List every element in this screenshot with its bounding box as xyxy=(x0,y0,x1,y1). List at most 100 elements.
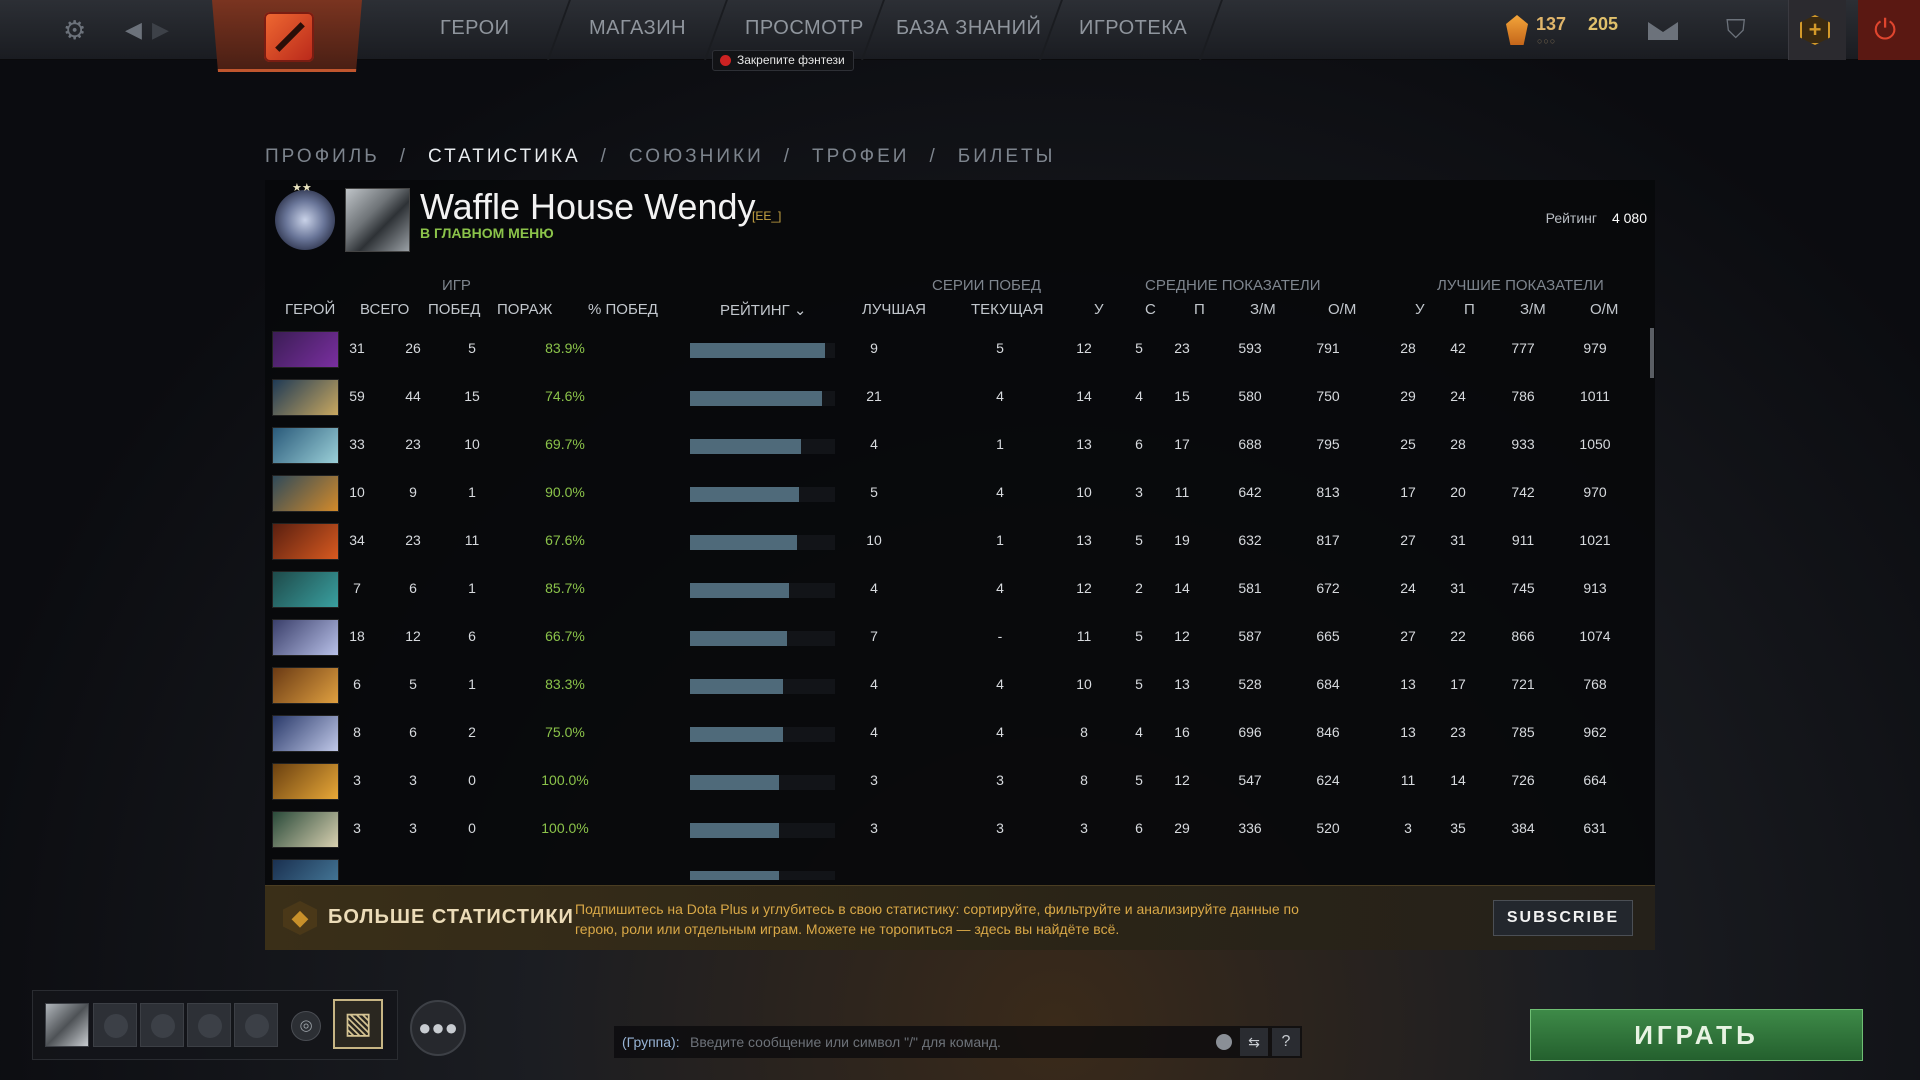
col-best-xpm[interactable]: З/М xyxy=(1520,301,1546,318)
subnav-profile[interactable]: ПРОФИЛЬ xyxy=(265,146,380,168)
power-icon[interactable]: ⏻ xyxy=(1874,14,1896,47)
col-rating[interactable]: РЕЙТИНГ ⌄ xyxy=(720,301,806,319)
subnav-tickets[interactable]: БИЛЕТЫ xyxy=(958,146,1056,168)
col-best-streak[interactable]: ЛУЧШАЯ xyxy=(862,301,926,318)
col-avg-xpm[interactable]: З/М xyxy=(1250,301,1276,318)
chat-channel[interactable]: (Группа): xyxy=(622,1034,680,1050)
play-button[interactable]: ИГРАТЬ xyxy=(1530,1009,1863,1061)
gear-icon[interactable]: ⚙ xyxy=(63,15,86,45)
party-slot-empty[interactable] xyxy=(140,1003,184,1047)
cell-cur-streak: 4 xyxy=(996,580,1004,596)
dota-logo-tab[interactable] xyxy=(212,0,362,72)
cell-best-gpm: 913 xyxy=(1583,580,1607,596)
forward-arrow-icon[interactable]: ▶ xyxy=(152,15,169,45)
table-row[interactable]: 59 44 15 74.6% 21 4 14 4 15 580 750 29 24 786 1011 xyxy=(265,373,1655,421)
mail-icon[interactable] xyxy=(1648,20,1678,40)
nav-store[interactable]: МАГАЗИН xyxy=(589,17,686,40)
table-row[interactable]: 18 12 6 66.7% 7-11 5 12 587 665 27 22 866 1074 xyxy=(265,613,1655,661)
col-best-kills[interactable]: У xyxy=(1415,301,1425,318)
armory-icon[interactable]: ⛉ xyxy=(1726,14,1756,44)
cell-best-streak: 4 xyxy=(870,676,878,692)
avatar[interactable] xyxy=(345,188,410,252)
rank-medal-icon[interactable] xyxy=(275,181,335,250)
nav-watch[interactable]: ПРОСМОТР xyxy=(745,17,864,40)
cell-losses: 2 xyxy=(468,724,476,740)
table-row[interactable]: 6 5 1 83.3% 4 4 10 5 13 528 684 13 17 721 768 xyxy=(265,661,1655,709)
subscribe-button[interactable]: SUBSCRIBE xyxy=(1493,900,1633,936)
table-row[interactable]: 3 3 0 100.0% 3 3 3 6 29 336 520 3 35 384 631 xyxy=(265,805,1655,853)
battlepass-icon[interactable]: ▧ xyxy=(333,999,383,1049)
cell-best-streak: 3 xyxy=(870,820,878,836)
col-winrate[interactable]: % ПОБЕД xyxy=(588,301,658,318)
table-row[interactable]: 8 6 2 75.0% 4 4 8 4 16 696 846 13 23 785 962 xyxy=(265,709,1655,757)
nav-heroes[interactable]: ГЕРОИ xyxy=(440,17,510,40)
table-row[interactable]: 3 3 0 100.0% 3 3 8 5 12 547 624 11 14 726 664 xyxy=(265,757,1655,805)
cell-cur-streak: 4 xyxy=(996,724,1004,740)
table-row[interactable]: 10 9 1 90.0% 5 4 10 3 11 642 813 17 20 742 970 xyxy=(265,469,1655,517)
cell-avg-assists: 14 xyxy=(1174,580,1190,596)
chat-input[interactable] xyxy=(690,1028,1210,1056)
nav-arcade[interactable]: ИГРОТЕКА xyxy=(1079,17,1187,40)
rating-bar xyxy=(690,487,799,502)
col-wins[interactable]: ПОБЕД xyxy=(428,301,480,318)
cell-best-streak: 5 xyxy=(870,484,878,500)
chevron-down-icon: ⌄ xyxy=(789,302,807,319)
col-total[interactable]: ВСЕГО xyxy=(360,301,409,318)
party-slot-me[interactable] xyxy=(45,1003,89,1047)
cell-losses: 0 xyxy=(468,820,476,836)
col-losses[interactable]: ПОРАЖ xyxy=(497,301,552,318)
table-row[interactable] xyxy=(265,853,1655,880)
cell-total: 8 xyxy=(353,724,361,740)
col-avg-gpm[interactable]: О/М xyxy=(1328,301,1356,318)
cell-winrate: 100.0% xyxy=(541,772,589,788)
subnav-allies[interactable]: СОЮЗНИКИ xyxy=(629,146,764,168)
cell-best-xpm: 933 xyxy=(1511,436,1535,452)
party-slot-empty[interactable] xyxy=(93,1003,137,1047)
rating-label: Рейтинг xyxy=(1545,210,1597,226)
pin-fantasy-badge[interactable]: Закрепите фэнтези xyxy=(712,50,854,71)
nav-learn[interactable]: БАЗА ЗНАНИЙ xyxy=(896,17,1041,40)
cell-avg-kills: 12 xyxy=(1076,580,1092,596)
cell-avg-kills: 8 xyxy=(1080,724,1088,740)
subnav-stats[interactable]: СТАТИСТИКА xyxy=(428,146,581,168)
help-icon[interactable]: ? xyxy=(1272,1028,1300,1056)
party-group-icon[interactable]: ●●● xyxy=(410,1000,466,1056)
table-row[interactable]: 34 23 11 67.6% 10 1 13 5 19 632 817 27 31 911 1021 xyxy=(265,517,1655,565)
table-row[interactable]: 31 26 5 83.9% 9 5 12 5 23 593 791 28 42 777 979 xyxy=(265,325,1655,373)
chat-wheel-icon[interactable]: ⇆ xyxy=(1240,1028,1268,1056)
subnav-trophies[interactable]: ТРОФЕИ xyxy=(812,146,909,168)
col-best-gpm[interactable]: О/М xyxy=(1590,301,1618,318)
col-avg-kills[interactable]: У xyxy=(1094,301,1104,318)
col-best-assists[interactable]: П xyxy=(1464,301,1475,318)
shards-value: 137 xyxy=(1536,14,1567,34)
cell-avg-assists: 16 xyxy=(1174,724,1190,740)
dota-plus-banner: ◆ БОЛЬШЕ СТАТИСТИКИ Подпишитесь на Dota … xyxy=(265,885,1655,950)
col-avg-deaths[interactable]: С xyxy=(1145,301,1156,318)
cell-winrate: 75.0% xyxy=(545,724,585,740)
party-slot-empty[interactable] xyxy=(187,1003,231,1047)
cell-avg-gpm: 813 xyxy=(1316,484,1340,500)
group-streaks: СЕРИИ ПОБЕД xyxy=(932,277,1042,294)
rating-bar xyxy=(690,775,779,790)
emoji-icon[interactable] xyxy=(1216,1034,1232,1050)
cell-best-xpm: 742 xyxy=(1511,484,1535,500)
headset-icon[interactable]: ◎ xyxy=(291,1011,321,1041)
rating-bar xyxy=(690,871,779,880)
col-avg-assists[interactable]: П xyxy=(1194,301,1205,318)
table-scrollbar[interactable] xyxy=(1650,328,1654,378)
nav-separator xyxy=(1199,0,1223,60)
cell-best-assists: 42 xyxy=(1450,340,1466,356)
hero-portrait[interactable] xyxy=(272,859,339,880)
party-slot-empty[interactable] xyxy=(234,1003,278,1047)
back-arrow-icon[interactable]: ◀ xyxy=(125,15,142,45)
table-row[interactable]: 33 23 10 69.7% 4 1 13 6 17 688 795 25 28 933 1050 xyxy=(265,421,1655,469)
cell-avg-xpm: 696 xyxy=(1238,724,1262,740)
dota-logo-icon xyxy=(264,12,314,62)
player-name: Waffle House Wendy xyxy=(420,186,756,227)
col-cur-streak[interactable]: ТЕКУЩАЯ xyxy=(971,301,1044,318)
profile-subnav: ПРОФИЛЬ / СТАТИСТИКА / СОЮЗНИКИ / ТРОФЕИ / БИЛЕТ… xyxy=(265,146,1056,168)
col-hero[interactable]: ГЕРОЙ xyxy=(285,301,335,318)
table-row[interactable]: 7 6 1 85.7% 4 4 12 2 14 581 672 24 31 745 913 xyxy=(265,565,1655,613)
party-panel: ◎ ▧ xyxy=(32,990,398,1060)
person-icon xyxy=(198,1014,222,1038)
